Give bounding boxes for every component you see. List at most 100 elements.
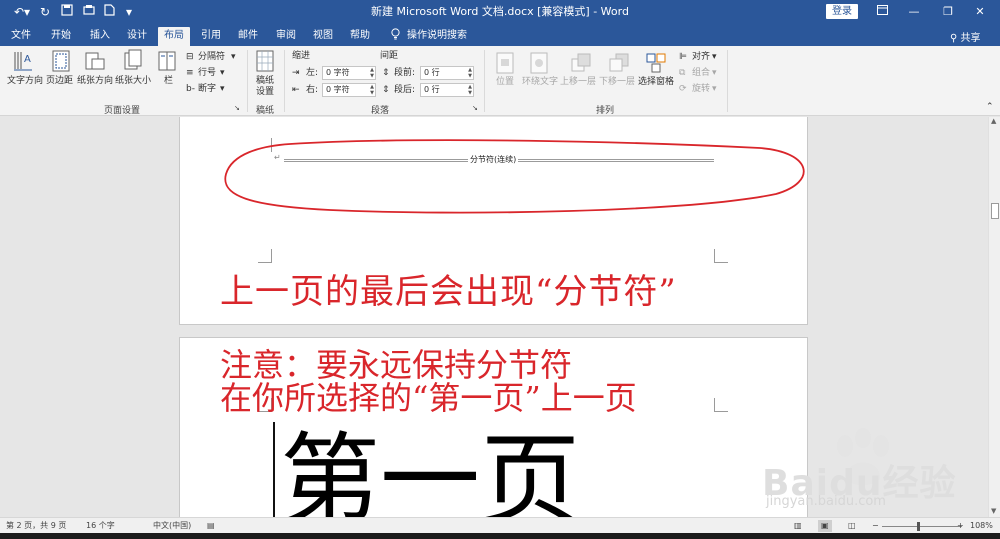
selection-pane-button[interactable]: 选择窗格: [638, 77, 674, 88]
watermark-url: jingyan.baidu.com: [766, 494, 886, 509]
read-mode-icon[interactable]: ▥: [794, 520, 802, 532]
breaks-button[interactable]: 分隔符: [198, 52, 225, 63]
tab-mailings[interactable]: 邮件: [233, 28, 263, 46]
hyphenation-dropdown-icon[interactable]: ▾: [220, 84, 225, 95]
restore-icon[interactable]: ❐: [934, 3, 962, 21]
align-dropdown-icon[interactable]: ▾: [712, 52, 717, 63]
manuscript-settings-button[interactable]: 稿纸 设置: [256, 76, 274, 98]
rotate-dropdown-icon[interactable]: ▾: [712, 84, 717, 95]
scroll-up-icon[interactable]: ▲: [991, 117, 996, 125]
zoom-slider-thumb[interactable]: [917, 522, 920, 531]
line-numbers-icon: ≡: [186, 68, 194, 78]
page-count[interactable]: 第 2 页，共 9 页: [6, 520, 66, 532]
align-icon: ⊫: [679, 52, 687, 62]
tab-references[interactable]: 引用: [196, 28, 226, 46]
undo-icon[interactable]: ↶▾: [14, 4, 30, 20]
save-icon[interactable]: [61, 4, 73, 20]
new-document-icon[interactable]: [104, 4, 115, 20]
spinner-arrows-icon[interactable]: ▲ ▼: [370, 84, 374, 96]
ribbon-tabs: 文件 开始 插入 设计 布局 引用 邮件 审阅 视图 帮助 操作说明搜索 ⚲ 共…: [0, 25, 1000, 47]
print-layout-icon[interactable]: ▣: [818, 520, 832, 532]
minimize-icon[interactable]: —: [900, 3, 928, 21]
zoom-in-icon[interactable]: +: [957, 520, 964, 532]
indent-right-input[interactable]: 0 字符 ▲ ▼: [322, 83, 376, 97]
tab-home[interactable]: 开始: [46, 28, 76, 46]
close-icon[interactable]: ✕: [966, 3, 994, 21]
text-direction-icon: A: [14, 52, 32, 71]
paragraph-group-label: 段落: [370, 106, 389, 116]
language-status[interactable]: 中文(中国): [153, 520, 191, 532]
spinner-arrows-icon[interactable]: ▲ ▼: [468, 67, 472, 79]
scroll-down-icon[interactable]: ▼: [991, 507, 996, 515]
margin-corner-mark: [714, 398, 728, 412]
tab-help[interactable]: 帮助: [345, 28, 375, 46]
position-icon: [496, 52, 514, 74]
page-previous[interactable]: ↵ 分节符(连续) 上一页的最后会出现“分节符”: [179, 117, 808, 325]
line-numbers-dropdown-icon[interactable]: ▾: [220, 68, 225, 79]
breaks-dropdown-icon[interactable]: ▾: [231, 52, 236, 63]
space-before-value: 0 行: [424, 68, 440, 77]
annotation-note-1: 上一页的最后会出现“分节符”: [220, 272, 677, 312]
position-button[interactable]: 位置: [496, 77, 514, 88]
space-before-label: 段前:: [394, 68, 416, 78]
wrap-text-button[interactable]: 环绕文字: [522, 77, 558, 88]
scrollbar-thumb[interactable]: [991, 203, 999, 219]
orientation-button[interactable]: 纸张方向: [77, 76, 113, 87]
group-button[interactable]: 组合: [692, 68, 710, 79]
text-direction-button[interactable]: 文字方向: [7, 76, 43, 87]
group-separator: [727, 50, 728, 112]
tab-layout[interactable]: 布局: [158, 27, 190, 47]
zoom-slider-track[interactable]: [882, 526, 962, 527]
word-window: ↶▾ ↻ ▾ 新建 Microsoft Word 文档.docx [兼容模式] …: [0, 0, 1000, 539]
person-icon: ⚲: [950, 33, 958, 44]
ribbon-layout: A 文字方向 页边距 纸张方向 纸张大小 栏 ⊟ 分隔符 ▾ ≡ 行号 ▾ b-…: [0, 46, 1000, 116]
orientation-icon: [85, 52, 105, 70]
word-count[interactable]: 16 个字: [86, 520, 115, 532]
lightbulb-icon[interactable]: [388, 28, 402, 46]
page-current[interactable]: 注意：要永远保持分节符 在你所选择的“第一页”上一页 第一页: [179, 337, 808, 517]
space-before-input[interactable]: 0 行 ▲ ▼: [420, 66, 474, 80]
hyphenation-button[interactable]: 断字: [198, 84, 216, 95]
align-button[interactable]: 对齐: [692, 52, 710, 63]
collapse-ribbon-icon[interactable]: ⌃: [986, 102, 994, 113]
vertical-scrollbar[interactable]: ▲ ▼: [988, 117, 1000, 517]
group-dropdown-icon[interactable]: ▾: [712, 68, 717, 79]
taskbar-strip: [0, 533, 1000, 539]
zoom-out-icon[interactable]: −: [872, 520, 879, 532]
paragraph-launcher-icon[interactable]: ↘: [472, 103, 478, 114]
annotation-note-3: 在你所选择的“第一页”上一页: [220, 379, 637, 417]
wrap-text-icon: [530, 52, 548, 74]
tab-view[interactable]: 视图: [308, 28, 338, 46]
tab-design[interactable]: 设计: [122, 28, 152, 46]
send-backward-button[interactable]: 下移一层: [599, 77, 635, 88]
margins-button[interactable]: 页边距: [46, 76, 73, 87]
line-numbers-button[interactable]: 行号: [198, 68, 216, 79]
macro-record-icon[interactable]: ▤: [207, 520, 215, 532]
share-button[interactable]: ⚲ 共享: [950, 29, 981, 44]
zoom-level[interactable]: 108%: [970, 520, 993, 532]
bring-forward-button[interactable]: 上移一层: [560, 77, 596, 88]
web-layout-icon[interactable]: ◫: [848, 520, 856, 532]
print-preview-icon[interactable]: [83, 4, 95, 20]
page-setup-launcher-icon[interactable]: ↘: [234, 103, 240, 114]
tab-insert[interactable]: 插入: [85, 28, 115, 46]
spinner-arrows-icon[interactable]: ▲ ▼: [370, 67, 374, 79]
big-heading: 第一页: [280, 422, 580, 518]
indent-left-value: 0 字符: [326, 68, 350, 77]
svg-text:A: A: [24, 54, 31, 65]
rotate-button[interactable]: 旋转: [692, 84, 710, 95]
tab-review[interactable]: 审阅: [271, 28, 301, 46]
tab-file[interactable]: 文件: [6, 28, 36, 46]
space-after-input[interactable]: 0 行 ▲ ▼: [420, 83, 474, 97]
ribbon-display-icon[interactable]: [868, 3, 896, 21]
indent-left-input[interactable]: 0 字符 ▲ ▼: [322, 66, 376, 80]
customize-toolbar-icon[interactable]: ▾: [126, 4, 132, 20]
login-button[interactable]: 登录: [826, 4, 858, 19]
rotate-icon: ⟳: [679, 84, 687, 94]
redo-icon[interactable]: ↻: [40, 4, 50, 20]
size-button[interactable]: 纸张大小: [115, 76, 151, 87]
tell-me-search[interactable]: 操作说明搜索: [407, 28, 469, 46]
columns-button[interactable]: 栏: [164, 76, 173, 87]
manuscript-group-label: 稿纸: [255, 106, 274, 116]
spinner-arrows-icon[interactable]: ▲ ▼: [468, 84, 472, 96]
